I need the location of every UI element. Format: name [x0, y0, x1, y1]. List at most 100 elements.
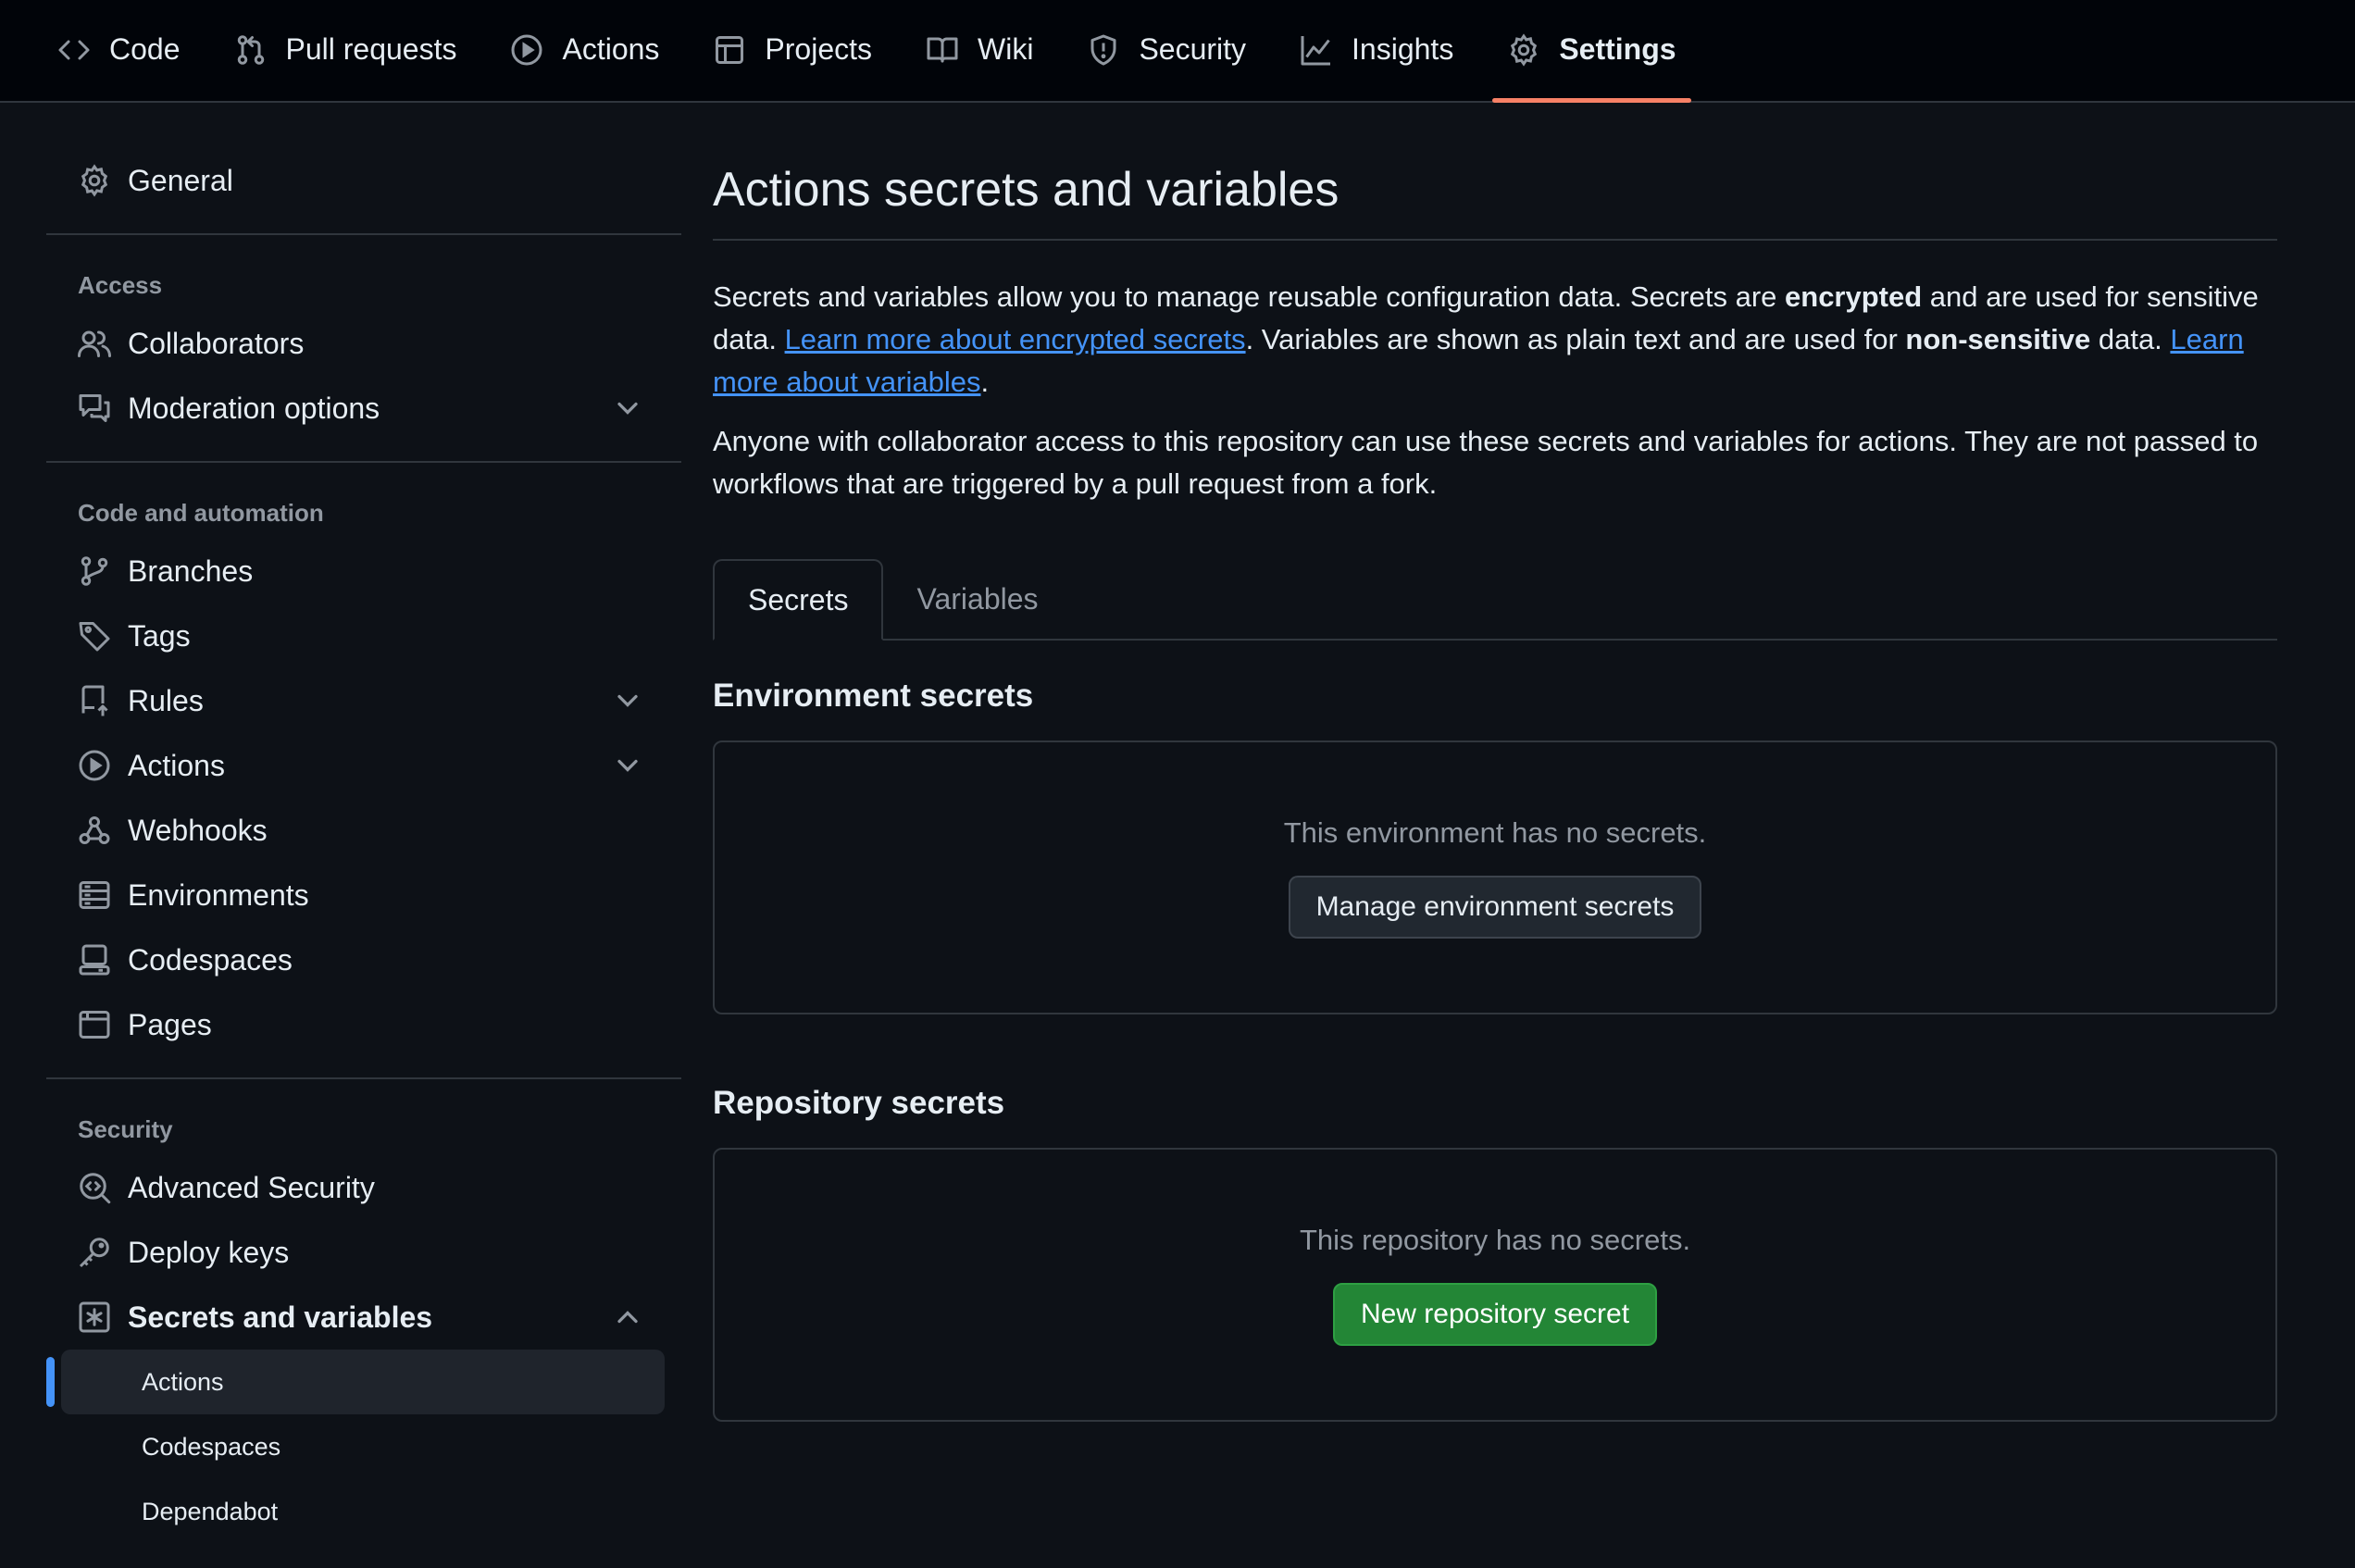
- sidebar-subitem-dependabot[interactable]: Dependabot: [61, 1479, 665, 1544]
- sidebar-heading-access: Access: [78, 270, 163, 299]
- sidebar-item-label: Secrets and variables: [128, 1300, 433, 1334]
- nav-pull-requests-label: Pull requests: [285, 32, 457, 66]
- desc-bold-non-sensitive: non-sensitive: [1905, 323, 2091, 355]
- repository-secrets-box: This repository has no secrets. New repo…: [713, 1148, 2277, 1422]
- sidebar-item-label: Moderation options: [128, 391, 380, 425]
- sidebar-subitem-actions[interactable]: Actions: [46, 1350, 665, 1414]
- graph-icon: [1301, 35, 1331, 65]
- sidebar-item-branches[interactable]: Branches: [46, 539, 681, 604]
- code-icon: [58, 40, 90, 59]
- key-icon: [79, 1238, 109, 1268]
- desc-text: . Variables are shown as plain text and …: [1245, 323, 1906, 355]
- sidebar-item-webhooks[interactable]: Webhooks: [46, 798, 681, 863]
- play-icon: [511, 34, 542, 65]
- people-icon: [78, 330, 111, 357]
- description: Secrets and variables allow you to manag…: [713, 276, 2277, 404]
- manage-environment-secrets-button[interactable]: Manage environment secrets: [1288, 876, 1702, 939]
- sidebar-item-label: Branches: [128, 554, 254, 588]
- chevron-down-icon[interactable]: [611, 684, 644, 717]
- nav-settings[interactable]: Settings: [1492, 0, 1691, 103]
- sidebar-item-label: Codespaces: [128, 942, 293, 977]
- sidebar-item-codespaces[interactable]: Codespaces: [46, 927, 681, 992]
- desc-text: .: [980, 366, 990, 398]
- sidebar-item-collaborators[interactable]: Collaborators: [46, 311, 681, 376]
- codespaces-icon: [79, 944, 110, 976]
- webhook-icon: [79, 816, 110, 844]
- sidebar-subitem-codespaces[interactable]: Codespaces: [61, 1414, 665, 1479]
- asterisk-icon: [79, 1301, 110, 1333]
- chevron-up-icon[interactable]: [611, 1300, 644, 1334]
- environment-secrets-title: Environment secrets: [713, 678, 1034, 714]
- sidebar-item-tags[interactable]: Tags: [46, 604, 681, 668]
- sidebar-item-label: Environments: [128, 877, 309, 912]
- sidebar-heading-code: Code and automation: [78, 498, 324, 527]
- tab-secrets[interactable]: Secrets: [713, 559, 884, 641]
- nav-projects[interactable]: Projects: [698, 0, 887, 101]
- sidebar-item-actions[interactable]: Actions: [46, 733, 681, 798]
- book-icon: [927, 37, 958, 62]
- sidebar-item-environments[interactable]: Environments: [46, 863, 681, 927]
- browser-icon: [79, 1011, 110, 1039]
- main-content: Actions secrets and variables Secrets an…: [713, 148, 2277, 1422]
- repo-push-icon: [81, 685, 108, 716]
- learn-more-secrets-link[interactable]: Learn more about encrypted secrets: [785, 323, 1246, 355]
- nav-code-label: Code: [109, 32, 181, 66]
- collaborator-note: Anyone with collaborator access to this …: [713, 425, 2259, 500]
- server-icon: [79, 881, 110, 909]
- tag-icon: [79, 622, 110, 652]
- sidebar-item-general[interactable]: General: [46, 148, 681, 213]
- chevron-down-icon[interactable]: [611, 749, 644, 782]
- table-icon: [716, 35, 744, 64]
- tab-variables[interactable]: Variables: [883, 559, 1071, 639]
- nav-actions-label: Actions: [562, 32, 660, 66]
- sidebar-item-label: Deploy keys: [128, 1235, 290, 1269]
- sidebar-item-moderation[interactable]: Moderation options: [46, 376, 681, 441]
- environment-secrets-box: This environment has no secrets. Manage …: [713, 740, 2277, 1014]
- codescan-icon: [80, 1173, 111, 1204]
- sidebar-item-label: Webhooks: [128, 813, 268, 847]
- shield-icon: [1090, 34, 1116, 65]
- new-repository-secret-button[interactable]: New repository secret: [1332, 1283, 1658, 1346]
- nav-wiki-label: Wiki: [978, 32, 1034, 66]
- sidebar-item-secrets-variables[interactable]: Secrets and variables: [46, 1285, 681, 1350]
- desc-text: Secrets and variables allow you to manag…: [713, 280, 1786, 313]
- repository-empty-text: This repository has no secrets.: [1299, 1224, 1691, 1256]
- sidebar-item-label: Rules: [128, 683, 204, 717]
- sidebar-item-advanced-security[interactable]: Advanced Security: [46, 1155, 681, 1220]
- sidebar-item-label: Pages: [128, 1007, 212, 1041]
- sidebar-item-label: Collaborators: [128, 326, 305, 360]
- git-branch-icon: [81, 556, 108, 586]
- pull-request-icon: [237, 34, 264, 65]
- chevron-down-icon[interactable]: [611, 392, 644, 425]
- nav-actions[interactable]: Actions: [495, 0, 674, 101]
- desc-text: data.: [2090, 323, 2171, 355]
- sidebar-heading-security: Security: [78, 1114, 173, 1143]
- environment-empty-text: This environment has no secrets.: [1283, 816, 1707, 849]
- settings-sidebar: General Access Collaborators Moderation …: [46, 148, 681, 1544]
- nav-insights-label: Insights: [1352, 32, 1454, 66]
- sidebar-item-pages[interactable]: Pages: [46, 992, 681, 1057]
- sidebar-divider: [46, 461, 681, 463]
- nav-projects-label: Projects: [765, 32, 873, 66]
- nav-code[interactable]: Code: [43, 0, 195, 101]
- gear-icon: [1511, 32, 1538, 67]
- tab-bar: Secrets Variables: [713, 559, 2277, 641]
- nav-wiki[interactable]: Wiki: [911, 0, 1048, 101]
- sidebar-item-label: Advanced Security: [128, 1170, 375, 1204]
- gear-icon: [81, 164, 108, 197]
- nav-insights[interactable]: Insights: [1285, 0, 1468, 101]
- sidebar-item-rules[interactable]: Rules: [46, 668, 681, 733]
- repository-secrets-title: Repository secrets: [713, 1085, 1005, 1121]
- sidebar-item-label: General: [128, 163, 233, 197]
- nav-pull-requests[interactable]: Pull requests: [219, 0, 472, 101]
- comment-discussion-icon: [79, 394, 110, 422]
- repo-nav: Code Pull requests Actions Projects Wiki…: [0, 0, 2355, 103]
- sidebar-item-deploy-keys[interactable]: Deploy keys: [46, 1220, 681, 1285]
- page-title: Actions secrets and variables: [713, 148, 2277, 241]
- nav-settings-label: Settings: [1559, 32, 1676, 66]
- sidebar-item-label: Actions: [128, 748, 225, 782]
- sidebar-divider: [46, 233, 681, 235]
- nav-security-label: Security: [1139, 32, 1247, 66]
- nav-security[interactable]: Security: [1072, 0, 1261, 101]
- desc-bold-encrypted: encrypted: [1785, 280, 1923, 313]
